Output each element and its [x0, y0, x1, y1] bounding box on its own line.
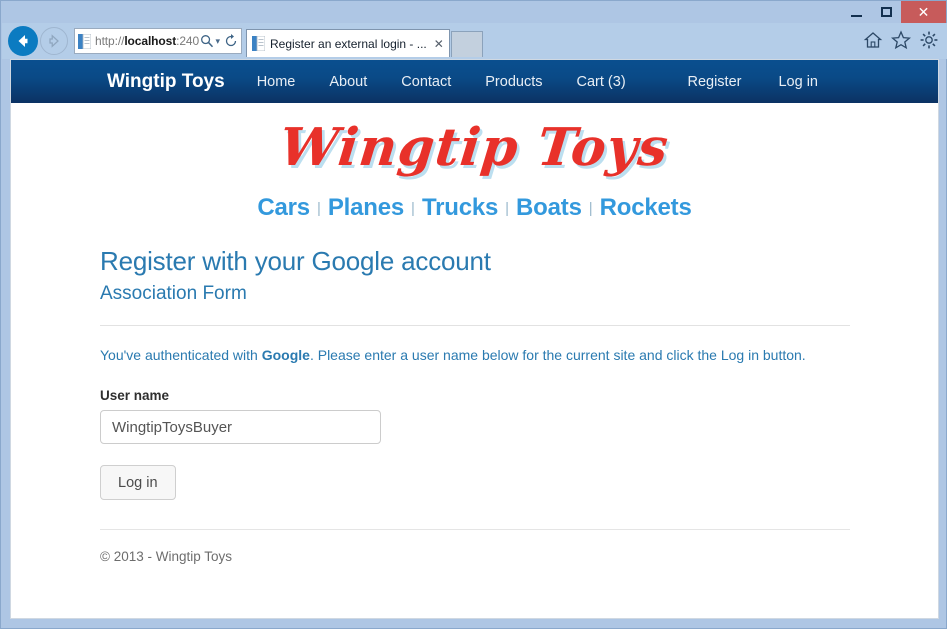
title-bar: ✕: [1, 1, 946, 23]
main-content: Register with your Google account Associ…: [11, 228, 938, 564]
maximize-button[interactable]: [871, 1, 901, 23]
nav-link-about[interactable]: About: [329, 74, 367, 90]
footer-copyright: © 2013 - Wingtip Toys: [100, 549, 233, 565]
url-text[interactable]: http://localhost:24019/Acc: [95, 34, 199, 48]
login-button[interactable]: Log in: [100, 465, 176, 501]
tab-register-external-login[interactable]: Register an external login - ... ✕: [246, 29, 450, 57]
refresh-icon[interactable]: [224, 34, 238, 48]
nav-link-products[interactable]: Products: [485, 74, 542, 90]
category-link-trucks[interactable]: Trucks: [422, 194, 498, 221]
instructions-suffix: . Please enter a user name below for the…: [309, 347, 806, 363]
minimize-icon: [850, 14, 862, 17]
url-path: :24019/Acc: [176, 34, 200, 48]
site-navigation-right: Register Log in: [687, 74, 818, 90]
browser-toolbar-icons: [863, 30, 939, 50]
search-icon[interactable]: [200, 34, 214, 48]
page-document-icon: [78, 33, 91, 49]
new-tab-button[interactable]: [450, 31, 483, 57]
category-separator: |: [505, 200, 510, 217]
close-icon: ✕: [917, 4, 930, 20]
browser-window: ✕ http://localhost:240 ▾ Register an ext…: [0, 0, 947, 629]
category-link-planes[interactable]: Planes: [328, 194, 404, 221]
username-label: User name: [100, 388, 170, 404]
chevron-down-icon[interactable]: ▾: [215, 36, 220, 47]
tab-strip: Register an external login - ... ✕: [246, 23, 483, 59]
browser-toolbar: http://localhost:24019/Acc ▾: [2, 23, 947, 59]
favorites-star-icon[interactable]: [891, 30, 911, 50]
instructions-provider: Google: [261, 347, 310, 363]
instructions-text: You've authenticated with Google. Please…: [100, 346, 850, 364]
category-separator: |: [316, 200, 321, 217]
nav-link-cart[interactable]: Cart (3): [577, 74, 626, 90]
settings-gear-icon[interactable]: [919, 30, 939, 50]
close-button[interactable]: ✕: [901, 1, 946, 23]
category-link-cars[interactable]: Cars: [257, 194, 310, 221]
address-bar[interactable]: http://localhost:24019/Acc ▾: [74, 28, 242, 54]
wingtip-toys-logo[interactable]: Wingtip Toys: [277, 117, 672, 178]
tab-page-icon: [252, 36, 265, 51]
nav-link-home[interactable]: Home: [257, 74, 296, 90]
nav-link-register[interactable]: Register: [687, 74, 741, 90]
url-scheme: http://: [95, 34, 125, 48]
home-icon[interactable]: [863, 30, 883, 50]
site-brand[interactable]: Wingtip Toys: [107, 71, 225, 93]
nav-link-contact[interactable]: Contact: [401, 74, 451, 90]
tab-title: Register an external login - ...: [270, 36, 427, 51]
category-separator: |: [588, 200, 593, 217]
tab-close-icon[interactable]: ✕: [434, 38, 444, 50]
back-button[interactable]: [8, 26, 38, 56]
divider: [100, 325, 850, 326]
page-title: Register with your Google account: [100, 246, 491, 276]
page-subtitle: Association Form: [100, 283, 247, 304]
forward-arrow-icon: [49, 34, 59, 48]
window-controls: ✕: [841, 1, 946, 23]
maximize-icon: [880, 7, 892, 17]
page-viewport: Wingtip Toys Home About Contact Products…: [10, 59, 939, 619]
username-input[interactable]: [100, 410, 381, 445]
navigation-buttons: [2, 23, 68, 57]
url-host: localhost: [124, 34, 177, 48]
category-separator: |: [411, 200, 415, 217]
logo-container: Wingtip Toys: [11, 103, 938, 182]
site-navigation-bar: Wingtip Toys Home About Contact Products…: [11, 60, 938, 103]
forward-button[interactable]: [40, 27, 68, 55]
category-links: Cars | Planes | Trucks | Boats | Rockets: [11, 182, 938, 228]
minimize-button[interactable]: [841, 1, 871, 23]
category-link-boats[interactable]: Boats: [516, 194, 582, 221]
category-link-rockets[interactable]: Rockets: [600, 194, 692, 221]
instructions-prefix: You've authenticated with: [100, 347, 262, 363]
nav-link-login[interactable]: Log in: [778, 74, 818, 90]
back-arrow-icon: [18, 35, 28, 47]
